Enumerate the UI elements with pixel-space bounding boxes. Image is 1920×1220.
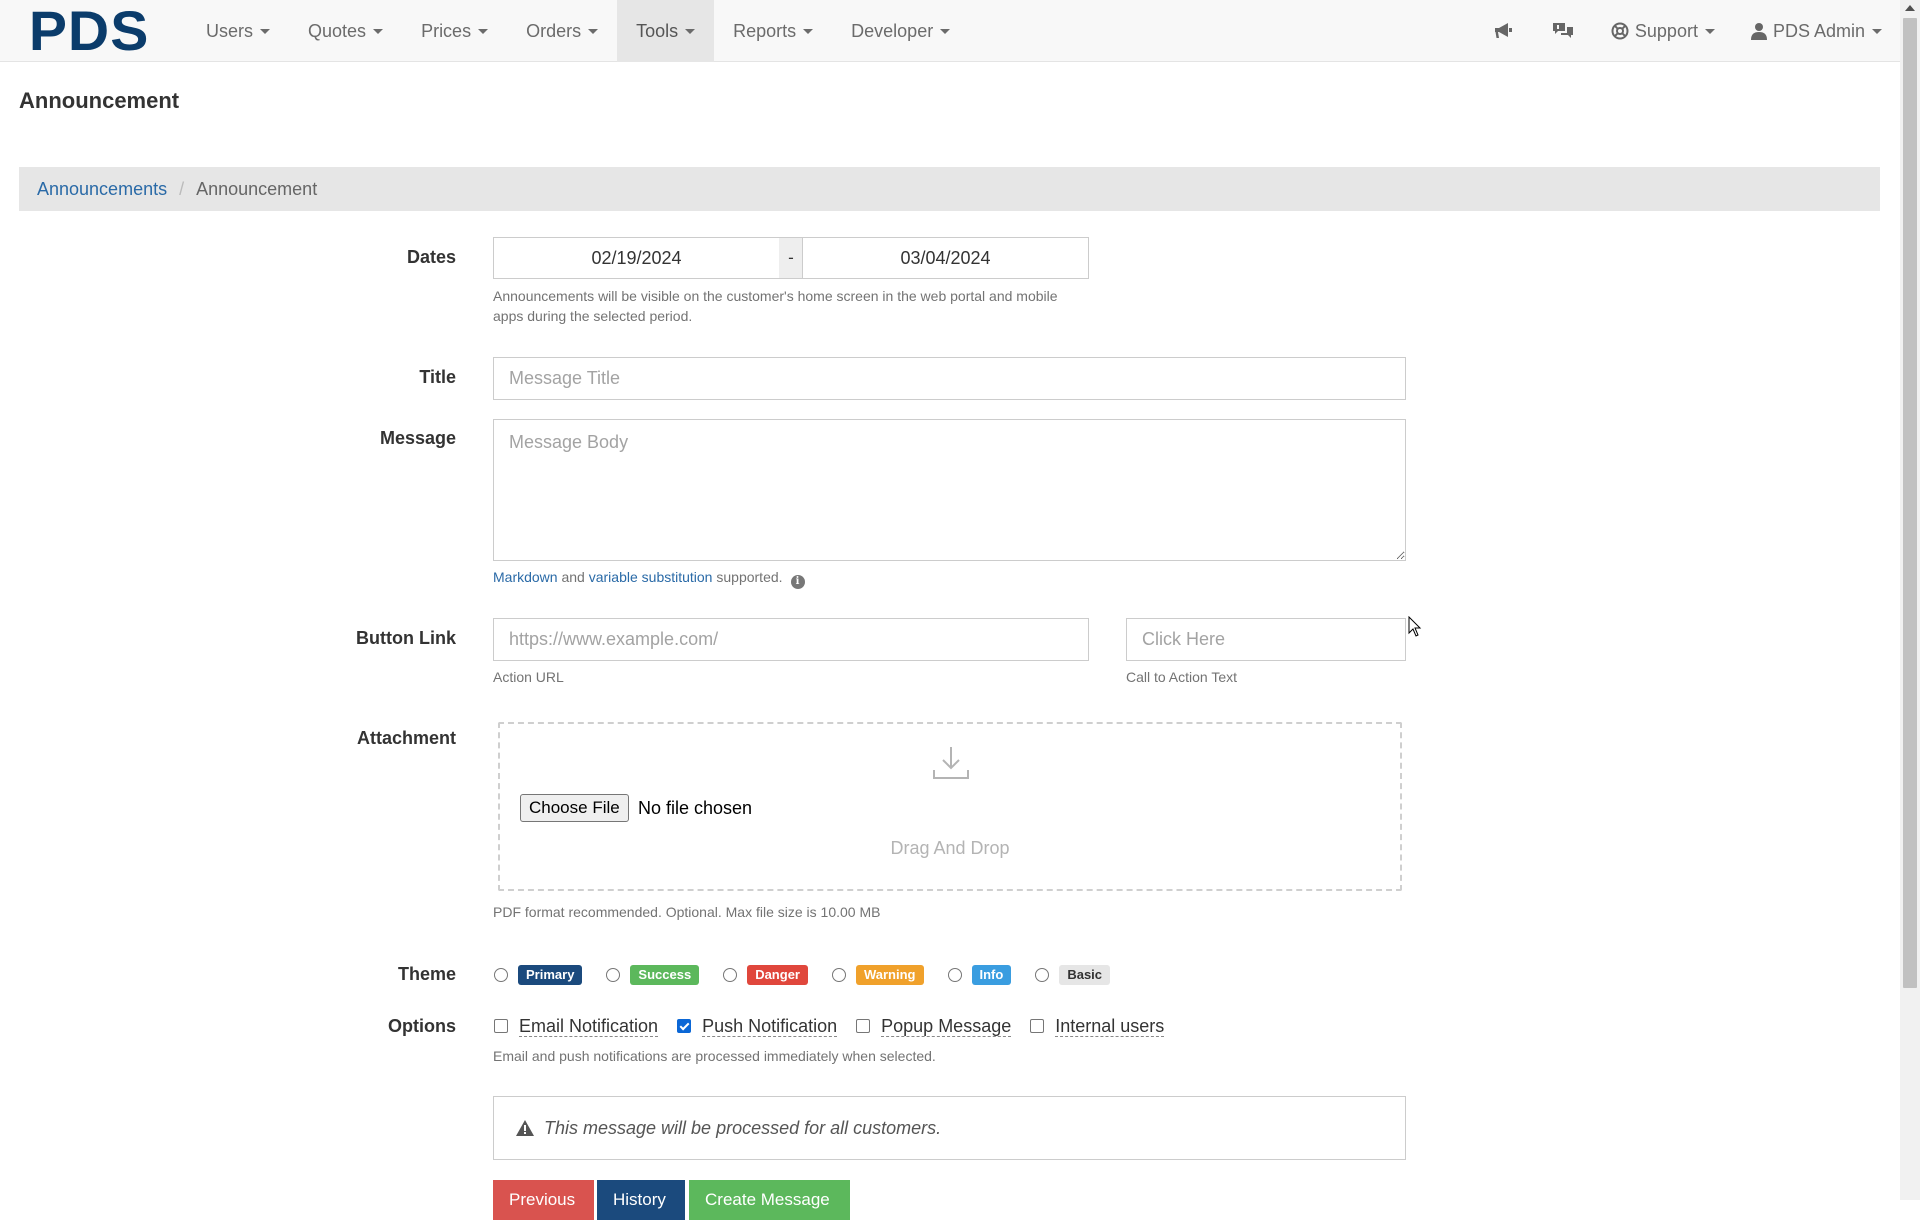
caret-down-icon [1704, 28, 1715, 34]
info-icon[interactable]: i [790, 575, 805, 589]
help-text: and [557, 569, 589, 585]
options-checkboxes: Email Notification Push Notification Pop… [494, 1015, 1183, 1037]
theme-badge-basic: Basic [1059, 965, 1111, 985]
user-icon [1750, 23, 1767, 40]
theme-radio-primary[interactable] [494, 968, 508, 982]
push-notification-checkbox[interactable] [677, 1019, 692, 1033]
caret-down-icon [685, 28, 696, 34]
nav-right: Support PDS Admin [1473, 0, 1900, 62]
theme-radio-warning[interactable] [831, 968, 846, 982]
popup-message-label[interactable]: Popup Message [881, 1016, 1012, 1037]
button-link-label: Button Link [356, 628, 456, 648]
dates-help-line: apps during the selected period. [493, 308, 693, 324]
top-navbar: PDS Users Quotes Prices Orders Tools Rep… [0, 0, 1900, 62]
help-text: supported. [712, 569, 783, 585]
theme-badge-primary: Primary [518, 965, 583, 985]
start-date-input[interactable] [493, 237, 780, 279]
theme-radio-info[interactable] [947, 968, 962, 982]
caret-down-icon [1872, 28, 1882, 34]
create-message-button[interactable]: Create Message [689, 1180, 850, 1220]
theme-badge-success: Success [630, 965, 700, 985]
scrollbar-thumb[interactable] [1903, 18, 1917, 988]
title-label: Title [419, 367, 456, 387]
theme-options: Primary Success Danger Warning Info Basi… [494, 964, 1134, 986]
dates-label: Dates [406, 247, 456, 267]
scroll-up-arrow-icon[interactable] [1905, 5, 1915, 11]
previous-button[interactable]: Previous [493, 1180, 594, 1220]
options-help: Email and push notifications are process… [493, 1048, 936, 1064]
variable-substitution-link[interactable]: variable substitution [589, 569, 713, 585]
dates-help-line: Announcements will be visible on the cus… [493, 288, 1058, 304]
page-title: Announcement [19, 88, 180, 113]
date-range-separator: - [779, 237, 803, 279]
user-menu[interactable]: PDS Admin [1733, 0, 1900, 62]
end-date-input[interactable] [802, 237, 1089, 279]
page-scrollbar[interactable] [1900, 0, 1920, 1200]
attachment-label: Attachment [356, 728, 456, 748]
cta-text-help: Call to Action Text [1126, 669, 1238, 685]
nav-reports[interactable]: Reports [714, 0, 832, 62]
action-url-input[interactable] [493, 618, 1089, 661]
nav-developer[interactable]: Developer [832, 0, 969, 62]
main-menu: Users Quotes Prices Orders Tools Reports… [187, 0, 969, 62]
caret-down-icon [803, 28, 814, 34]
theme-badge-danger: Danger [747, 965, 808, 985]
caret-down-icon [260, 28, 271, 34]
breadcrumb-separator: / [179, 178, 185, 199]
theme-label: Theme [397, 964, 456, 984]
comments-icon [1552, 23, 1573, 38]
theme-radio-danger[interactable] [723, 968, 738, 982]
markdown-link[interactable]: Markdown [493, 569, 558, 585]
audience-alert: This message will be processed for all c… [493, 1096, 1406, 1160]
announcements-button[interactable] [1473, 0, 1533, 62]
internal-users-checkbox[interactable] [1030, 1019, 1045, 1033]
theme-badge-info: Info [971, 965, 1012, 985]
email-notification-checkbox[interactable] [494, 1019, 508, 1033]
download-icon [933, 747, 969, 779]
attachment-help: PDF format recommended. Optional. Max fi… [493, 904, 881, 920]
life-ring-icon [1611, 22, 1629, 40]
dates-help: Announcements will be visible on the cus… [493, 286, 1113, 326]
drag-and-drop-text: Drag And Drop [890, 838, 1010, 858]
options-label: Options [388, 1016, 456, 1036]
nav-users[interactable]: Users [187, 0, 289, 62]
theme-radio-success[interactable] [606, 968, 621, 982]
theme-badge-warning: Warning [855, 965, 924, 985]
internal-users-label[interactable]: Internal users [1055, 1016, 1165, 1037]
email-notification-label[interactable]: Email Notification [519, 1016, 659, 1037]
file-status: No file chosen [638, 798, 753, 818]
breadcrumb-current: Announcement [196, 178, 318, 199]
message-label: Message [379, 428, 456, 448]
nav-orders[interactable]: Orders [507, 0, 617, 62]
action-url-help: Action URL [493, 669, 564, 685]
theme-radio-basic[interactable] [1035, 968, 1050, 982]
messages-button[interactable] [1533, 0, 1593, 62]
message-help: Markdown and variable substitution suppo… [493, 567, 805, 589]
mouse-cursor-icon [1408, 616, 1422, 637]
nav-tools[interactable]: Tools [617, 0, 715, 62]
push-notification-label[interactable]: Push Notification [702, 1016, 838, 1037]
warning-icon [516, 1120, 534, 1136]
brand-logo[interactable]: PDS [29, 3, 148, 59]
caret-down-icon [373, 28, 384, 34]
breadcrumb: Announcements / Announcement [19, 167, 1880, 211]
caret-down-icon [940, 28, 951, 34]
nav-prices[interactable]: Prices [402, 0, 507, 62]
support-menu[interactable]: Support [1593, 0, 1733, 62]
breadcrumb-announcements-link[interactable]: Announcements [37, 179, 167, 200]
nav-quotes[interactable]: Quotes [289, 0, 402, 62]
choose-file-button[interactable]: Choose File [520, 794, 629, 822]
alert-text: This message will be processed for all c… [544, 1117, 942, 1138]
caret-down-icon [478, 28, 489, 34]
attachment-dropzone[interactable]: Choose File No file chosen Drag And Drop [498, 722, 1402, 891]
caret-down-icon [588, 28, 599, 34]
bullhorn-icon [1494, 23, 1512, 38]
title-input[interactable] [493, 357, 1406, 400]
message-textarea[interactable] [493, 419, 1406, 561]
history-button[interactable]: History [597, 1180, 685, 1220]
cta-text-input[interactable] [1126, 618, 1406, 661]
popup-message-checkbox[interactable] [856, 1019, 871, 1033]
